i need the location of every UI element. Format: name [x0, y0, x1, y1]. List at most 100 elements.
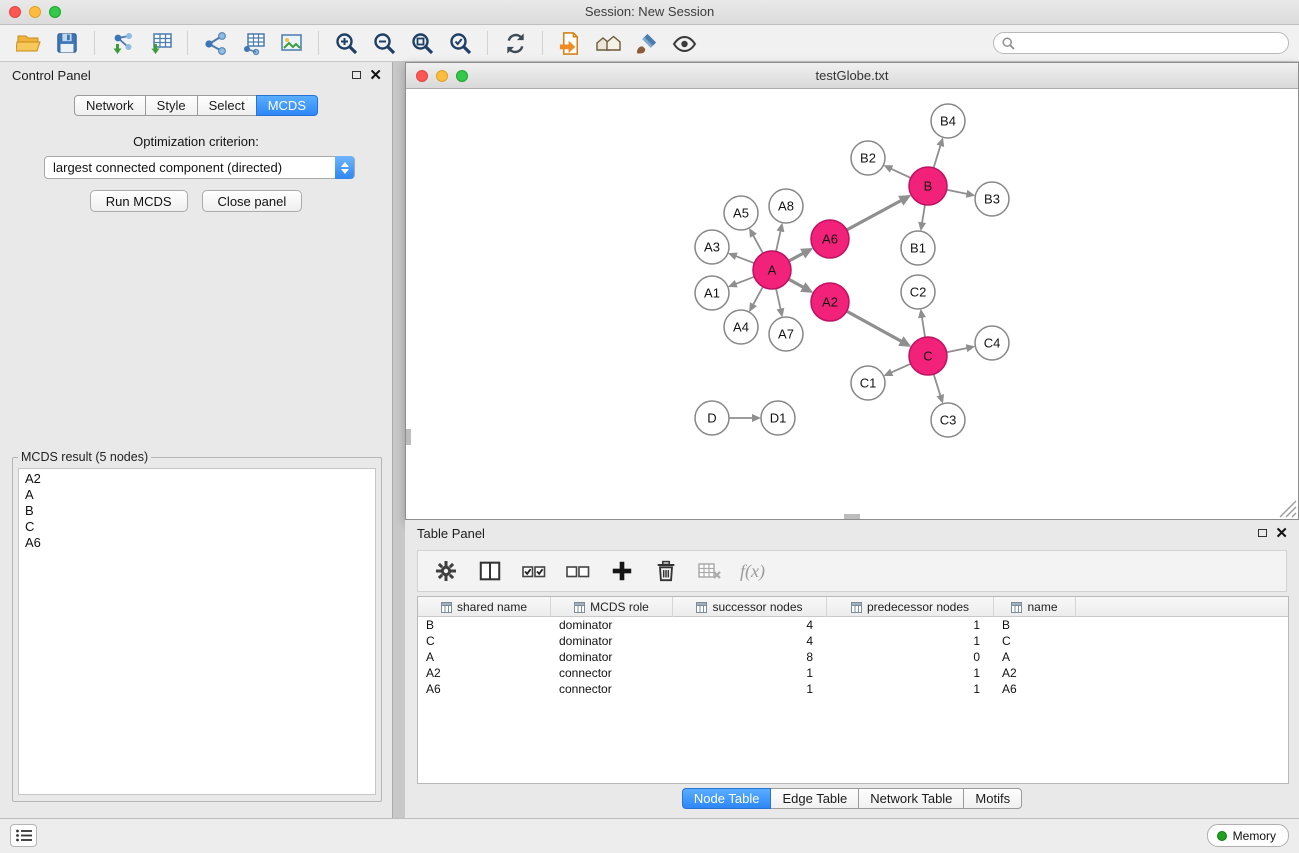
network-graph[interactable]: A A1 A2 A3 A4 A5 A6 A7 A8 B B1 B2 B3 B4 C C1 C2 C3 C4 D D1: [406, 89, 1298, 519]
search-input[interactable]: [1020, 34, 1280, 52]
graph-edge[interactable]: [934, 145, 941, 168]
table-row[interactable]: Bdominator41B: [418, 617, 1288, 633]
graph-edge[interactable]: [735, 277, 754, 284]
tab-node-table[interactable]: Node Table: [682, 788, 772, 809]
show-columns-button[interactable]: [476, 557, 504, 585]
graph-edge[interactable]: [947, 348, 968, 352]
graph-edge[interactable]: [922, 317, 925, 338]
graph-node-B[interactable]: B: [909, 167, 947, 205]
column-header-successor-nodes[interactable]: successor nodes: [673, 597, 827, 617]
bottom-edge-handle[interactable]: [844, 514, 860, 519]
column-header-predecessor-nodes[interactable]: predecessor nodes: [827, 597, 994, 617]
optimization-criterion-select[interactable]: largest connected component (directed): [44, 156, 355, 179]
graph-node-A3[interactable]: A3: [695, 230, 729, 264]
graph-node-A8[interactable]: A8: [769, 189, 803, 223]
graph-edge[interactable]: [947, 190, 968, 194]
graph-node-C3[interactable]: C3: [931, 403, 965, 437]
graph-node-C[interactable]: C: [909, 337, 947, 375]
graph-node-D[interactable]: D: [695, 401, 729, 435]
import-table-button[interactable]: [141, 28, 179, 58]
import-network-button[interactable]: [103, 28, 141, 58]
open-session-button[interactable]: [10, 28, 48, 58]
result-item[interactable]: A6: [19, 535, 375, 551]
save-session-button[interactable]: [48, 28, 86, 58]
graph-edge[interactable]: [847, 200, 902, 230]
export-network-button[interactable]: [196, 28, 234, 58]
graph-node-B2[interactable]: B2: [851, 141, 885, 175]
graph-edge[interactable]: [891, 364, 911, 373]
float-panel-icon[interactable]: [352, 71, 361, 79]
mcds-result-list[interactable]: A2ABCA6: [18, 468, 376, 795]
resize-grip-icon[interactable]: [1280, 501, 1296, 517]
result-item[interactable]: A: [19, 487, 375, 503]
graph-node-B1[interactable]: B1: [901, 231, 935, 265]
zoom-selected-button[interactable]: [441, 28, 479, 58]
graph-node-B4[interactable]: B4: [931, 104, 965, 138]
graph-edge[interactable]: [934, 374, 941, 396]
graph-edge[interactable]: [753, 235, 763, 253]
graph-node-A1[interactable]: A1: [695, 276, 729, 310]
graph-edge[interactable]: [789, 253, 804, 261]
graph-edge[interactable]: [735, 256, 754, 263]
create-column-button[interactable]: [608, 557, 636, 585]
delete-table-button[interactable]: [696, 557, 724, 585]
network-overview-button[interactable]: [589, 28, 627, 58]
graph-node-A[interactable]: A: [753, 251, 791, 289]
select-all-button[interactable]: [520, 557, 548, 585]
tab-style[interactable]: Style: [145, 95, 198, 116]
tab-mcds[interactable]: MCDS: [256, 95, 318, 116]
graph-node-A7[interactable]: A7: [769, 317, 803, 351]
table-row[interactable]: A2connector11A2: [418, 665, 1288, 681]
column-header-shared-name[interactable]: shared name: [418, 597, 551, 617]
graph-node-C1[interactable]: C1: [851, 366, 885, 400]
graph-node-C2[interactable]: C2: [901, 275, 935, 309]
export-table-button[interactable]: [234, 28, 272, 58]
close-panel-icon[interactable]: ✕: [1275, 524, 1288, 542]
graph-edge[interactable]: [753, 287, 763, 305]
tab-edge-table[interactable]: Edge Table: [770, 788, 859, 809]
graph-edge[interactable]: [789, 279, 804, 287]
table-row[interactable]: Cdominator41C: [418, 633, 1288, 649]
tab-network-table[interactable]: Network Table: [858, 788, 964, 809]
close-panel-button[interactable]: Close panel: [202, 190, 303, 212]
table-row[interactable]: A6connector11A6: [418, 681, 1288, 697]
memory-button[interactable]: Memory: [1207, 824, 1289, 847]
search-box[interactable]: [993, 32, 1289, 54]
graph-node-D1[interactable]: D1: [761, 401, 795, 435]
left-edge-handle[interactable]: [406, 429, 411, 445]
float-panel-icon[interactable]: [1258, 529, 1267, 537]
table-row[interactable]: Adominator80A: [418, 649, 1288, 665]
graph-node-A4[interactable]: A4: [724, 310, 758, 344]
graph-node-C4[interactable]: C4: [975, 326, 1009, 360]
column-header-name[interactable]: name: [994, 597, 1076, 617]
task-history-button[interactable]: [10, 824, 37, 847]
delete-column-button[interactable]: [652, 557, 680, 585]
unselect-all-button[interactable]: [564, 557, 592, 585]
result-item[interactable]: B: [19, 503, 375, 519]
tab-network[interactable]: Network: [74, 95, 146, 116]
zoom-in-button[interactable]: [327, 28, 365, 58]
graph-edge[interactable]: [891, 169, 911, 178]
export-image-button[interactable]: [272, 28, 310, 58]
export-document-button[interactable]: [551, 28, 589, 58]
style-button[interactable]: [627, 28, 665, 58]
tab-select[interactable]: Select: [197, 95, 257, 116]
result-item[interactable]: C: [19, 519, 375, 535]
graph-edge[interactable]: [847, 311, 902, 341]
graph-edge[interactable]: [776, 289, 781, 310]
table-settings-button[interactable]: [432, 557, 460, 585]
graph-edge[interactable]: [776, 230, 781, 251]
zoom-fit-button[interactable]: [403, 28, 441, 58]
function-builder-button[interactable]: f(x): [740, 561, 765, 582]
graph-edge[interactable]: [922, 205, 925, 224]
graph-node-A5[interactable]: A5: [724, 196, 758, 230]
refresh-button[interactable]: [496, 28, 534, 58]
graph-node-A6[interactable]: A6: [811, 220, 849, 258]
graph-node-A2[interactable]: A2: [811, 283, 849, 321]
column-header-MCDS-role[interactable]: MCDS role: [551, 597, 673, 617]
zoom-out-button[interactable]: [365, 28, 403, 58]
tab-motifs[interactable]: Motifs: [963, 788, 1022, 809]
graph-node-B3[interactable]: B3: [975, 182, 1009, 216]
result-item[interactable]: A2: [19, 471, 375, 487]
show-hide-button[interactable]: [665, 28, 703, 58]
